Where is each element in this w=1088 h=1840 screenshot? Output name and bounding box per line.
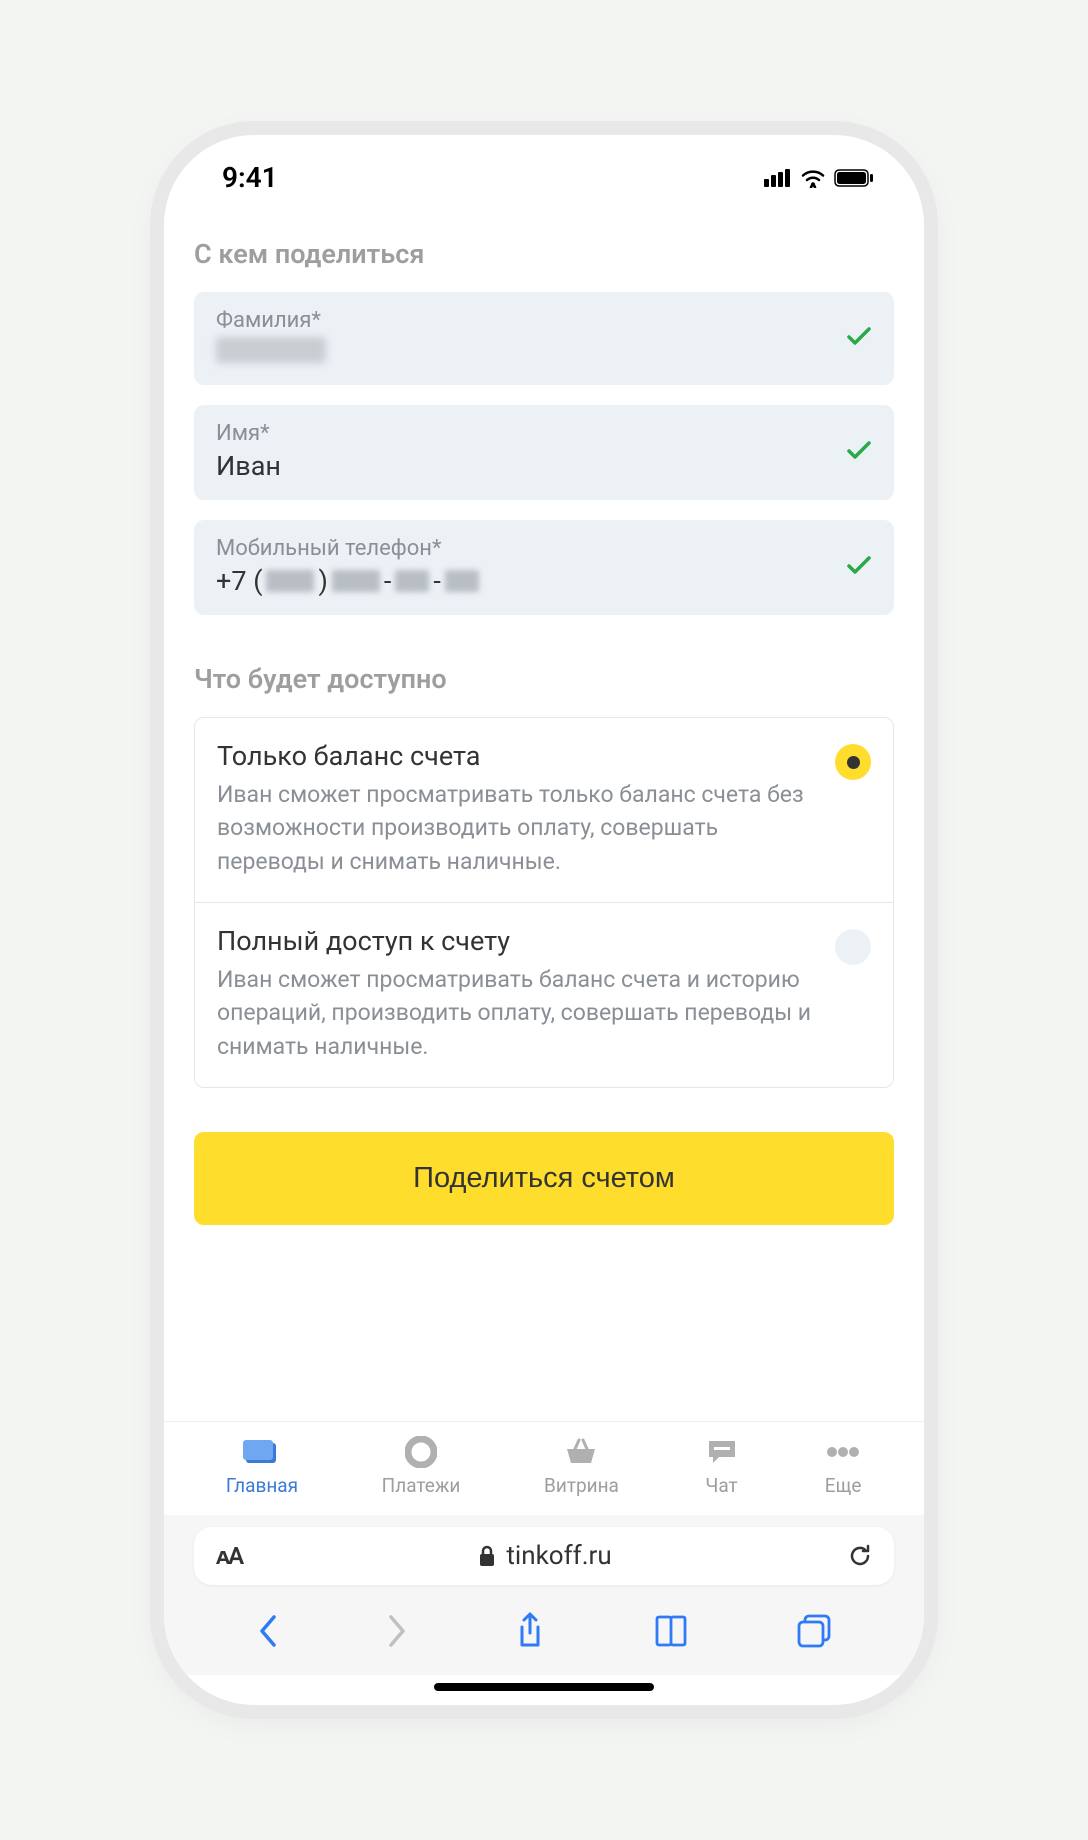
section-title-access: Что будет доступно — [194, 663, 894, 695]
share-icon[interactable] — [514, 1611, 546, 1655]
radio-selected-icon[interactable] — [835, 744, 871, 780]
tab-payments[interactable]: Платежи — [382, 1436, 461, 1497]
section-title-share: С кем поделиться — [194, 238, 894, 270]
share-account-button[interactable]: Поделиться счетом — [194, 1132, 894, 1225]
content-area: С кем поделиться Фамилия* Имя* Иван Моби… — [164, 204, 924, 1421]
url-display: tinkoff.ru — [478, 1541, 611, 1571]
basket-icon — [562, 1436, 600, 1468]
option-desc: Иван сможет просматривать баланс счета и… — [217, 963, 819, 1063]
name-field[interactable]: Имя* Иван — [194, 405, 894, 500]
status-icons — [764, 168, 874, 188]
check-icon — [846, 321, 872, 354]
app-tabbar: Главная Платежи Витрина Чат Еще — [164, 1421, 924, 1515]
battery-icon — [834, 169, 874, 187]
tab-label: Витрина — [544, 1474, 619, 1497]
tab-label: Еще — [825, 1474, 862, 1497]
text-size-icon[interactable]: ᴀA — [216, 1542, 242, 1571]
radio-unselected-icon[interactable] — [835, 929, 871, 965]
bookmarks-icon[interactable] — [651, 1614, 691, 1652]
phone-label: Мобильный телефон* — [216, 536, 846, 561]
safari-url-bar: ᴀA tinkoff.ru — [164, 1515, 924, 1593]
circle-icon — [402, 1436, 440, 1468]
back-icon[interactable] — [256, 1613, 280, 1653]
chat-icon — [703, 1436, 741, 1468]
check-icon — [846, 550, 872, 583]
tab-chat[interactable]: Чат — [703, 1436, 741, 1497]
card-icon — [243, 1436, 281, 1468]
status-time: 9:41 — [222, 161, 278, 194]
surname-value-redacted — [216, 337, 326, 363]
option-full-access[interactable]: Полный доступ к счету Иван сможет просма… — [195, 903, 893, 1087]
phone-field[interactable]: Мобильный телефон* +7 ( ) - - — [194, 520, 894, 615]
safari-toolbar — [164, 1593, 924, 1675]
reload-icon[interactable] — [848, 1543, 872, 1569]
option-balance-only[interactable]: Только баланс счета Иван сможет просматр… — [195, 718, 893, 903]
check-icon — [846, 435, 872, 468]
cellular-icon — [764, 169, 792, 187]
tab-more[interactable]: Еще — [824, 1436, 862, 1497]
surname-label: Фамилия* — [216, 308, 846, 333]
name-value: Иван — [216, 450, 846, 482]
phone-value: +7 ( ) - - — [216, 565, 846, 597]
tabs-icon[interactable] — [796, 1613, 832, 1653]
tab-label: Главная — [226, 1474, 298, 1497]
option-desc: Иван сможет просматривать только баланс … — [217, 778, 819, 878]
url-pill[interactable]: ᴀA tinkoff.ru — [194, 1527, 894, 1585]
tab-label: Чат — [705, 1474, 737, 1497]
dots-icon — [824, 1436, 862, 1468]
tab-label: Платежи — [382, 1474, 461, 1497]
wifi-icon — [800, 168, 826, 188]
option-title: Только баланс счета — [217, 740, 819, 772]
tab-showcase[interactable]: Витрина — [544, 1436, 619, 1497]
forward-icon[interactable] — [385, 1613, 409, 1653]
access-options: Только баланс счета Иван сможет просматр… — [194, 717, 894, 1088]
status-bar: 9:41 — [164, 135, 924, 204]
lock-icon — [478, 1545, 496, 1567]
home-indicator[interactable] — [434, 1683, 654, 1691]
name-label: Имя* — [216, 421, 846, 446]
surname-field[interactable]: Фамилия* — [194, 292, 894, 385]
tab-home[interactable]: Главная — [226, 1436, 298, 1497]
option-title: Полный доступ к счету — [217, 925, 819, 957]
phone-frame: 9:41 С кем поделиться Фамилия* Имя* Иван — [164, 135, 924, 1705]
url-text: tinkoff.ru — [506, 1541, 611, 1571]
